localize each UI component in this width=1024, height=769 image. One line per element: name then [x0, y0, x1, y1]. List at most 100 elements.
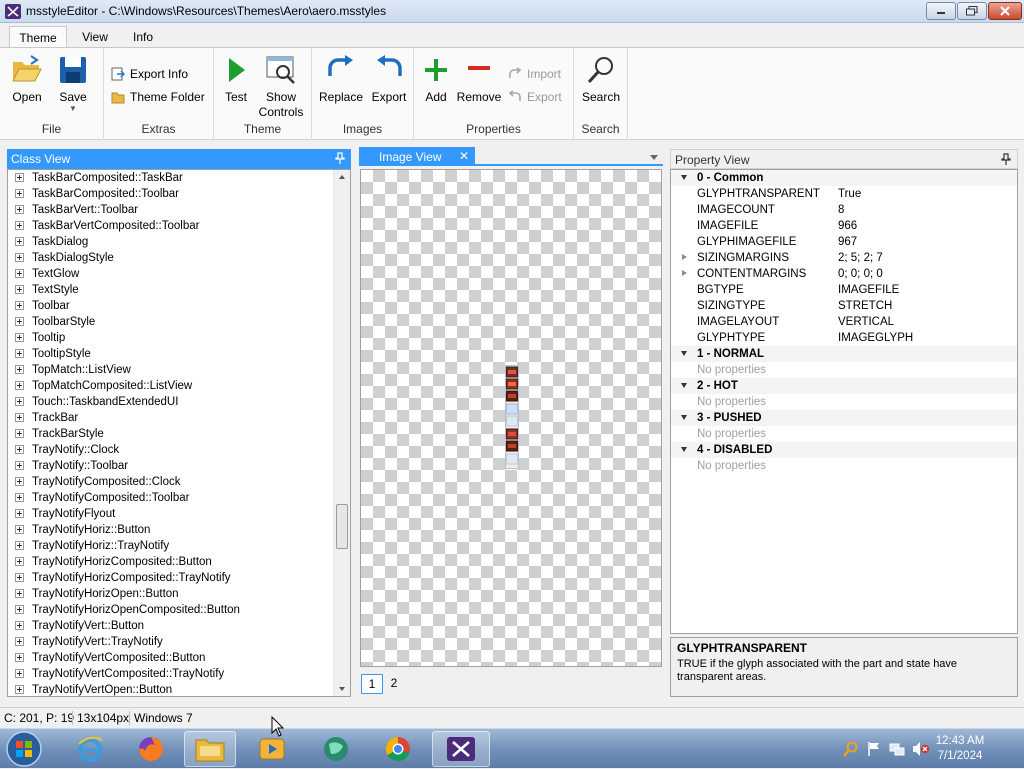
collapse-triangle-icon[interactable] [681, 175, 687, 180]
class-tree-item[interactable]: TrayNotify::Clock [8, 442, 334, 458]
add-property-button[interactable]: Add [420, 52, 452, 105]
expand-plus-icon[interactable] [15, 509, 24, 518]
class-tree-item[interactable]: TaskBarComposited::TaskBar [8, 170, 334, 186]
property-value[interactable]: 967 [838, 234, 857, 250]
tab-theme[interactable]: Theme [9, 26, 67, 48]
property-value[interactable]: 8 [838, 202, 844, 218]
start-button-icon[interactable] [4, 730, 44, 768]
import-property-button[interactable]: Import [508, 67, 561, 81]
class-tree-item[interactable]: TrayNotifyHorizComposited::Button [8, 554, 334, 570]
close-button[interactable] [988, 2, 1022, 20]
expand-plus-icon[interactable] [15, 317, 24, 326]
expand-plus-icon[interactable] [15, 605, 24, 614]
class-tree-item[interactable]: TrayNotifyVertComposited::TrayNotify [8, 666, 334, 682]
expand-plus-icon[interactable] [15, 637, 24, 646]
taskbar-msstyleeditor[interactable] [432, 731, 490, 767]
expand-plus-icon[interactable] [15, 253, 24, 262]
property-value[interactable]: 966 [838, 218, 857, 234]
expand-plus-icon[interactable] [15, 525, 24, 534]
pin-icon[interactable] [1001, 153, 1011, 165]
expand-plus-icon[interactable] [15, 301, 24, 310]
property-row[interactable]: GLYPHTYPE IMAGEGLYPH [671, 330, 1017, 346]
property-row[interactable]: IMAGELAYOUT VERTICAL [671, 314, 1017, 330]
collapse-triangle-icon[interactable] [681, 415, 687, 420]
scroll-up-icon[interactable] [339, 175, 345, 179]
theme-folder-button[interactable]: Theme Folder [111, 90, 205, 104]
chevron-down-icon[interactable] [650, 155, 658, 160]
scroll-thumb[interactable] [336, 504, 348, 549]
collapse-triangle-icon[interactable] [681, 351, 687, 356]
tab-view[interactable]: View [72, 26, 118, 48]
property-category[interactable]: 4 - DISABLED [671, 442, 1017, 458]
class-tree-item[interactable]: TrayNotifyHorizComposited::TrayNotify [8, 570, 334, 586]
taskbar-chrome[interactable] [372, 731, 424, 767]
flag-icon[interactable] [866, 741, 882, 757]
class-tree-item[interactable]: TaskBarComposited::Toolbar [8, 186, 334, 202]
expand-plus-icon[interactable] [15, 557, 24, 566]
scroll-down-icon[interactable] [339, 687, 345, 691]
class-tree-item[interactable]: TrayNotifyHorizOpen::Button [8, 586, 334, 602]
property-row[interactable]: IMAGEFILE 966 [671, 218, 1017, 234]
taskbar-explorer[interactable] [184, 731, 236, 767]
property-value[interactable]: IMAGEFILE [838, 282, 899, 298]
class-tree-item[interactable]: TaskBarVert::Toolbar [8, 202, 334, 218]
search-tray-icon[interactable] [843, 741, 859, 757]
expand-plus-icon[interactable] [15, 189, 24, 198]
export-info-button[interactable]: Export Info [111, 67, 188, 81]
pin-icon[interactable] [335, 152, 345, 164]
expand-plus-icon[interactable] [15, 285, 24, 294]
property-value[interactable]: 0; 0; 0; 0 [838, 266, 883, 282]
class-tree-item[interactable]: TopMatchComposited::ListView [8, 378, 334, 394]
class-tree-item[interactable]: TooltipStyle [8, 346, 334, 362]
expand-plus-icon[interactable] [15, 413, 24, 422]
expand-plus-icon[interactable] [15, 669, 24, 678]
taskbar-app[interactable] [310, 731, 362, 767]
show-controls-button[interactable]: Show Controls [256, 52, 306, 120]
expand-plus-icon[interactable] [15, 381, 24, 390]
expand-plus-icon[interactable] [15, 477, 24, 486]
class-tree-item[interactable]: TrayNotifyHorizOpenComposited::Button [8, 602, 334, 618]
property-row[interactable]: IMAGECOUNT 8 [671, 202, 1017, 218]
class-tree-item[interactable]: Toolbar [8, 298, 334, 314]
class-tree-item[interactable]: TopMatch::ListView [8, 362, 334, 378]
collapse-triangle-icon[interactable] [681, 447, 687, 452]
expand-plus-icon[interactable] [15, 205, 24, 214]
expand-plus-icon[interactable] [15, 365, 24, 374]
property-row[interactable]: SIZINGMARGINS 2; 5; 2; 7 [671, 250, 1017, 266]
class-tree-item[interactable]: TrayNotifyVert::Button [8, 618, 334, 634]
expand-plus-icon[interactable] [15, 573, 24, 582]
class-tree-item[interactable]: TaskDialog [8, 234, 334, 250]
class-tree-item[interactable]: Tooltip [8, 330, 334, 346]
property-value[interactable]: IMAGEGLYPH [838, 330, 913, 346]
collapse-triangle-icon[interactable] [681, 383, 687, 388]
expand-plus-icon[interactable] [15, 445, 24, 454]
class-view-scrollbar[interactable] [333, 170, 350, 696]
expand-plus-icon[interactable] [15, 493, 24, 502]
class-tree-item[interactable]: TaskDialogStyle [8, 250, 334, 266]
class-tree-item[interactable]: TrayNotifyFlyout [8, 506, 334, 522]
expand-plus-icon[interactable] [15, 333, 24, 342]
expand-plus-icon[interactable] [15, 589, 24, 598]
property-row[interactable]: BGTYPE IMAGEFILE [671, 282, 1017, 298]
property-row[interactable]: CONTENTMARGINS 0; 0; 0; 0 [671, 266, 1017, 282]
expand-triangle-icon[interactable] [682, 254, 687, 260]
class-tree-item[interactable]: TrayNotifyComposited::Clock [8, 474, 334, 490]
remove-property-button[interactable]: Remove [456, 52, 502, 105]
property-category[interactable]: 3 - PUSHED [671, 410, 1017, 426]
expand-plus-icon[interactable] [15, 653, 24, 662]
class-tree-item[interactable]: TrayNotifyComposited::Toolbar [8, 490, 334, 506]
search-button[interactable]: Search [580, 52, 622, 105]
property-row[interactable]: GLYPHTRANSPARENT True [671, 186, 1017, 202]
property-value[interactable]: 2; 5; 2; 7 [838, 250, 883, 266]
export-image-button[interactable]: Export [368, 52, 410, 105]
expand-plus-icon[interactable] [15, 397, 24, 406]
class-tree-item[interactable]: ToolbarStyle [8, 314, 334, 330]
property-value[interactable]: True [838, 186, 861, 202]
property-row[interactable]: GLYPHIMAGEFILE 967 [671, 234, 1017, 250]
class-tree-item[interactable]: TrayNotifyVertOpen::Button [8, 682, 334, 696]
property-value[interactable]: STRETCH [838, 298, 892, 314]
class-tree-item[interactable]: TrayNotifyVertComposited::Button [8, 650, 334, 666]
expand-plus-icon[interactable] [15, 269, 24, 278]
page-1-button[interactable]: 1 [361, 674, 383, 694]
property-category[interactable]: 0 - Common [671, 170, 1017, 186]
